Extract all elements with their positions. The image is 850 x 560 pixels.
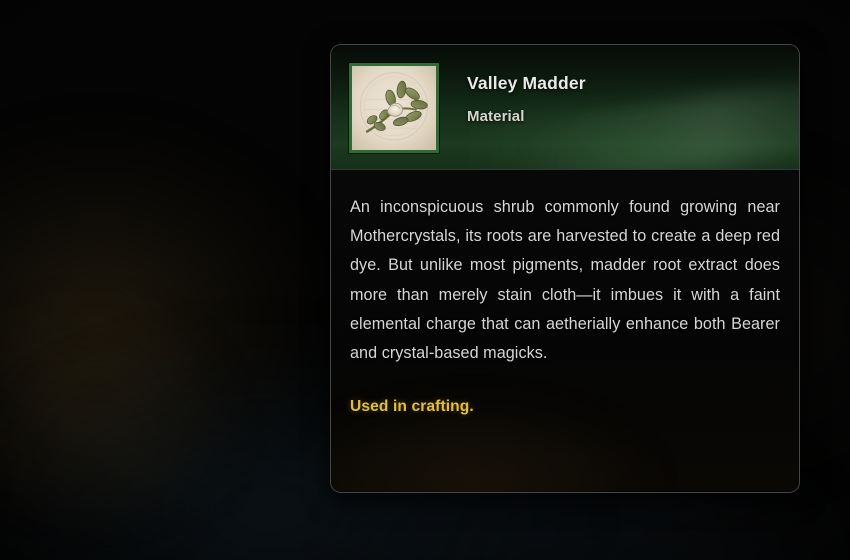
item-description: An inconspicuous shrub commonly found gr… xyxy=(350,198,780,363)
herb-sprig-icon xyxy=(352,66,436,150)
tooltip-header: Valley Madder Material xyxy=(331,45,799,170)
crafting-usage-note: Used in crafting. xyxy=(350,398,474,416)
item-header-text: Valley Madder Material xyxy=(467,45,586,125)
tooltip-body: An inconspicuous shrub commonly found gr… xyxy=(331,170,799,492)
item-tooltip-panel: Valley Madder Material An inconspicuous … xyxy=(330,44,800,493)
item-icon-frame xyxy=(349,63,439,153)
item-category: Material xyxy=(467,107,525,125)
item-name: Valley Madder xyxy=(467,73,586,93)
